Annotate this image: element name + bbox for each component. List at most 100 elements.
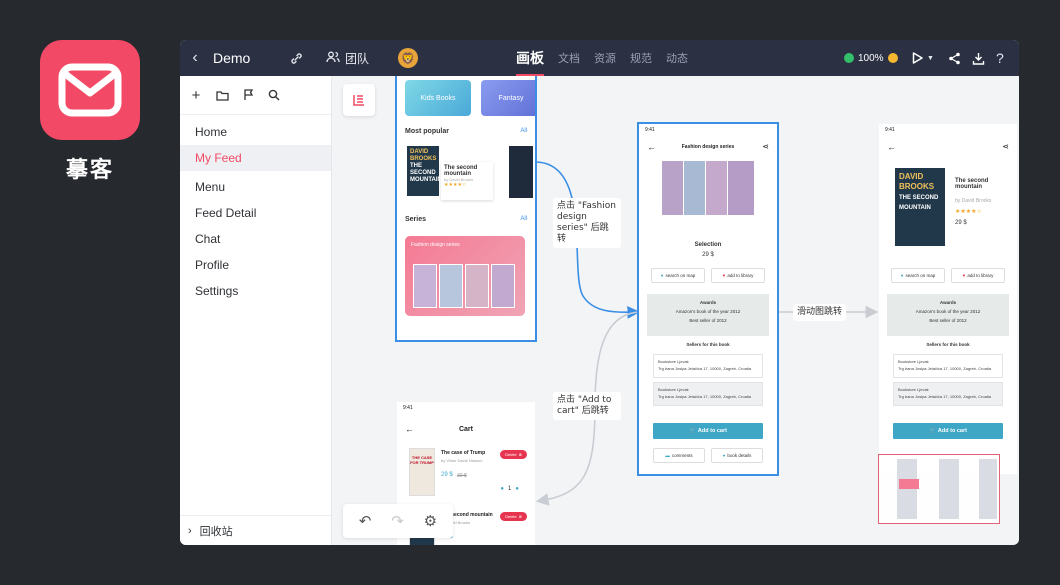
cart-item[interactable]: THE CASE FOR TRUMP The case of Trump by … [409, 448, 527, 502]
add-to-library-button[interactable]: ♥ add to library [711, 268, 765, 283]
cover-stack [661, 160, 755, 220]
settings-gear-icon[interactable]: ⚙ [424, 512, 437, 530]
cart-title: Cart [458, 426, 473, 433]
cart-icon: 🛒 [689, 428, 696, 434]
tab-resources[interactable]: 资源 [594, 40, 616, 76]
minimap[interactable] [878, 454, 1000, 524]
left-panel: + Home My Feed Menu Feed Detail Chat Pro… [180, 76, 332, 545]
cover-title: THE SECOND MOUNTAIN [410, 163, 442, 183]
flow-note-swipe: 滑动图跳转 [793, 304, 847, 321]
plus-icon[interactable]: ● [515, 486, 519, 492]
zoom-control[interactable]: 100% [844, 40, 898, 76]
user-avatar[interactable]: 🦁 [398, 40, 418, 76]
cart-icon: 🛒 [929, 428, 936, 434]
seller-address: Trg bana Josipa Jelačića 17, 10000, Zagr… [658, 394, 752, 399]
chip-fantasy[interactable]: Fantasy [481, 80, 535, 116]
link-all-popular[interactable]: All [520, 128, 527, 134]
share-icon[interactable]: ⋖ [1002, 142, 1009, 151]
page-item-home[interactable]: Home [180, 119, 331, 145]
add-to-cart-button[interactable]: 🛒 Add to cart [653, 423, 763, 439]
series-card-title: Fashion design series [411, 242, 460, 248]
status-time: 9:41 [885, 127, 895, 133]
delete-badge[interactable]: Delete ⊗ [500, 450, 527, 459]
delete-badge[interactable]: Delete ⊗ [500, 512, 527, 521]
play-icon [912, 52, 923, 64]
seller-row[interactable]: Bookstore Ljevak Trg bana Josipa Jelačić… [893, 382, 1003, 406]
link-all-series[interactable]: All [520, 216, 527, 222]
book-title: The second mountain [955, 178, 989, 190]
undo-icon[interactable]: ↶ [359, 512, 372, 530]
screen-my-feed[interactable]: Kids Books Fantasy Most popular All DAVI… [395, 76, 537, 342]
play-dropdown-icon[interactable]: ▼ [927, 55, 934, 62]
page-item-menu[interactable]: Menu [180, 174, 331, 200]
back-arrow-icon[interactable]: ← [887, 142, 896, 152]
download-icon[interactable] [972, 40, 985, 76]
add-to-library-button[interactable]: ♥ add to library [951, 268, 1005, 283]
zoom-out-icon[interactable] [844, 53, 854, 63]
link-icon[interactable] [290, 40, 303, 76]
seller-row[interactable]: Bookstore Ljevak Trg bana Josipa Jelačić… [893, 354, 1003, 378]
close-icon: ⊗ [518, 514, 522, 519]
back-chevron-icon[interactable]: ‹ [188, 40, 202, 76]
minimap-screen [897, 459, 917, 519]
add-to-cart-label: Add to cart [937, 428, 967, 434]
seller-row[interactable]: Bookstore Ljevak Trg bana Josipa Jelačić… [653, 354, 763, 378]
book-title: The second mountain [444, 165, 478, 177]
share-icon[interactable] [948, 40, 961, 76]
award-1: Amazon's book of the year 2012 [675, 309, 741, 314]
trash-bin[interactable]: › 回收站 [180, 515, 331, 545]
book-card[interactable]: The second mountain by David Brooks ★★★★… [441, 162, 493, 200]
page-list: Home My Feed Menu Feed Detail Chat Profi… [180, 115, 331, 304]
seller-name: Bookstore Ljevak [898, 387, 929, 392]
rating-stars-icon: ★★★★☆ [955, 209, 982, 215]
book-details-label: book details [727, 453, 752, 458]
book-price: 29 $ [955, 220, 967, 226]
screen-feed-detail-book[interactable]: 9:41 ← ⋖ DAVID BROOKS THE SECOND MOUNTAI… [879, 124, 1017, 474]
quantity-stepper[interactable]: ● 1 ● [500, 486, 519, 492]
chip-kids-books[interactable]: Kids Books [405, 80, 471, 116]
search-on-map-button[interactable]: ● search on map [891, 268, 945, 283]
add-page-icon[interactable]: + [188, 87, 204, 104]
page-item-profile[interactable]: Profile [180, 252, 331, 278]
page-item-chat[interactable]: Chat [180, 226, 331, 252]
book-cover-second-mountain[interactable]: DAVID BROOKS THE SECOND MOUNTAIN [407, 146, 442, 196]
play-button[interactable]: ▼ [912, 40, 934, 76]
folder-icon[interactable] [214, 87, 230, 103]
series-card-fashion[interactable]: Fashion design series [405, 236, 525, 316]
minimap-screen [979, 459, 997, 519]
minimap-highlight [899, 479, 919, 489]
search-on-map-label: search on map [665, 273, 696, 278]
page-item-settings[interactable]: Settings [180, 278, 331, 304]
book-details-button[interactable]: ● book details [711, 448, 763, 463]
flag-icon[interactable] [240, 87, 256, 103]
search-icon[interactable] [266, 87, 282, 103]
tab-docs[interactable]: 文档 [558, 40, 580, 76]
seller-row[interactable]: Bookstore Ljevak Trg bana Josipa Jelačić… [653, 382, 763, 406]
add-to-library-label: add to library [967, 273, 994, 278]
tab-specs[interactable]: 规范 [630, 40, 652, 76]
redo-icon[interactable]: ↷ [391, 512, 404, 530]
tab-artboard[interactable]: 画板 [516, 40, 544, 76]
heart-icon: ♥ [722, 273, 726, 278]
add-to-cart-button[interactable]: 🛒 Add to cart [893, 423, 1003, 439]
flow-note-cart: 点击 "Add to cart" 后跳转 [553, 392, 621, 420]
book-cover-dark[interactable] [509, 146, 533, 198]
action-row: ● search on map ♥ add to library [891, 268, 1005, 283]
comments-button[interactable]: ▬ comments [653, 448, 705, 463]
book-price: 29 $ [702, 252, 714, 258]
search-on-map-button[interactable]: ● search on map [651, 268, 705, 283]
artboard-canvas[interactable]: Kids Books Fantasy Most popular All DAVI… [333, 76, 1019, 545]
project-title[interactable]: Demo [213, 40, 250, 76]
team-button[interactable]: 团队 [326, 40, 369, 76]
share-icon[interactable]: ⋖ [762, 142, 769, 151]
minus-icon[interactable]: ● [500, 486, 504, 492]
quantity-value: 1 [508, 486, 512, 492]
mockplus-logo-icon [40, 40, 140, 140]
zoom-in-icon[interactable] [887, 53, 898, 63]
help-icon[interactable]: ? [996, 40, 1004, 76]
status-time: 9:41 [645, 127, 655, 133]
tab-activity[interactable]: 动态 [666, 40, 688, 76]
screen-feed-detail-series[interactable]: 9:41 ← Fashion design series ⋖ Selection… [637, 122, 779, 476]
page-item-my-feed[interactable]: My Feed [180, 145, 331, 171]
page-item-feed-detail[interactable]: Feed Detail [180, 200, 331, 226]
